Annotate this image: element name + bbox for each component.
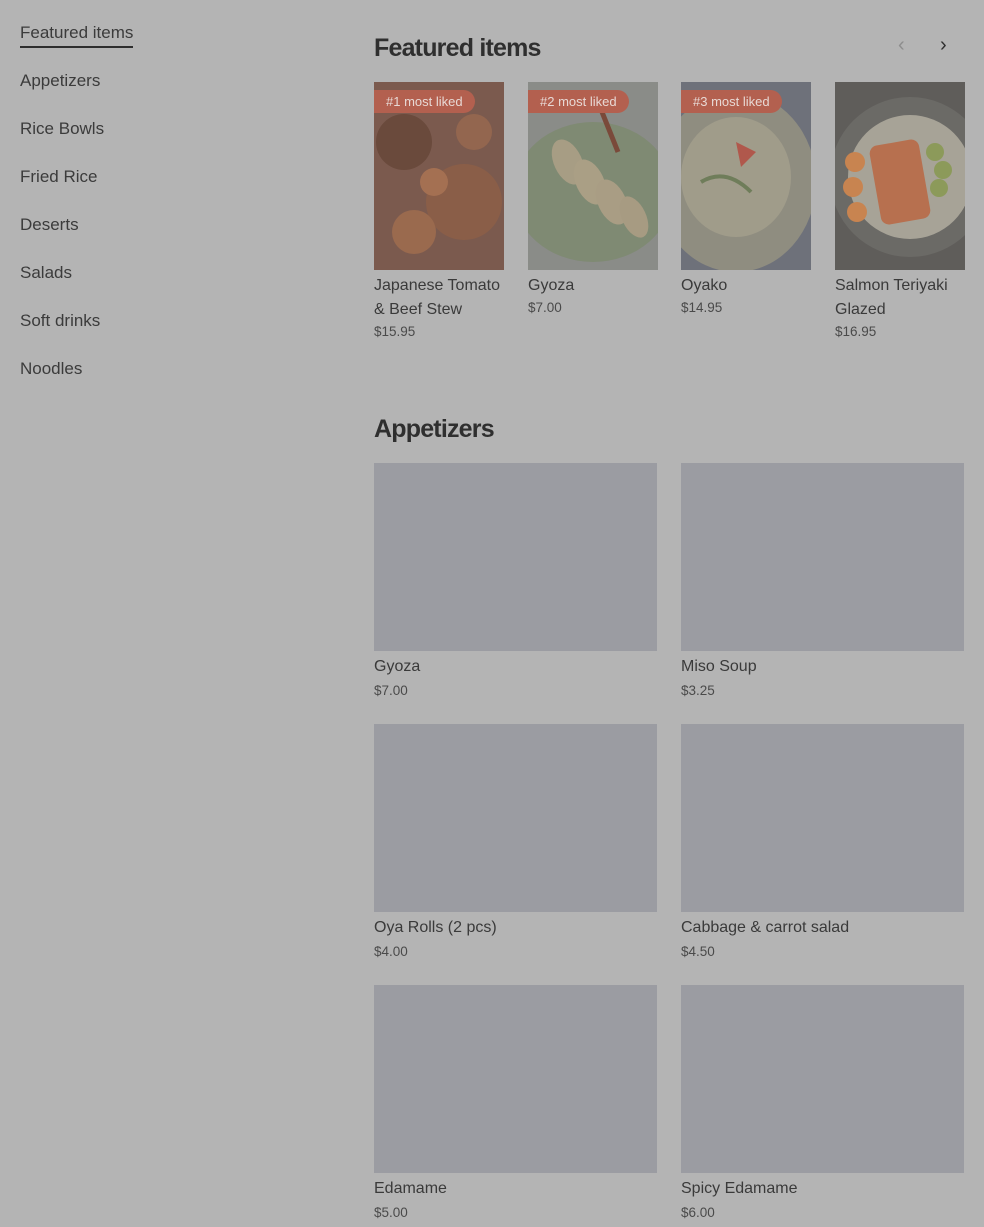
sidebar-item-noodles[interactable]: Noodles — [20, 356, 82, 404]
appetizers-section-title: Appetizers — [374, 415, 495, 443]
featured-item[interactable]: #2 most liked Gyoza $7.00 — [528, 82, 658, 315]
chevron-right-icon[interactable]: › — [940, 34, 947, 57]
sidebar-item-deserts[interactable]: Deserts — [20, 212, 79, 260]
featured-item[interactable]: Salmon Teriyaki Glazed $16.95 — [835, 82, 965, 339]
item-name: Gyoza — [528, 277, 575, 294]
appetizer-item[interactable]: Gyoza $7.00 — [374, 463, 657, 698]
sidebar-item-salads[interactable]: Salads — [20, 260, 72, 308]
item-name: Japanese Tomato & Beef Stew — [374, 277, 501, 318]
item-price: $7.00 — [374, 683, 408, 698]
item-name: Oyako — [681, 277, 728, 294]
sidebar-item-soft-drinks[interactable]: Soft drinks — [20, 308, 100, 356]
appetizer-item[interactable]: Spicy Edamame $6.00 — [681, 985, 964, 1220]
sidebar-item-rice-bowls[interactable]: Rice Bowls — [20, 116, 104, 164]
item-name: Spicy Edamame — [681, 1180, 798, 1197]
salmon-teriyaki-image — [835, 82, 965, 270]
item-price: $3.25 — [681, 683, 715, 698]
item-price: $4.00 — [374, 944, 408, 959]
food-image: #3 most liked — [681, 82, 811, 270]
item-price: $15.95 — [374, 324, 416, 339]
badge: #3 most liked — [681, 90, 782, 113]
item-price: $6.00 — [681, 1205, 715, 1220]
featured-item[interactable]: #1 most liked Japanese Tomato & Beef Ste… — [374, 82, 504, 339]
item-name: Salmon Teriyaki Glazed — [835, 277, 948, 318]
badge: #1 most liked — [374, 90, 475, 113]
item-name: Gyoza — [374, 658, 421, 675]
item-name: Cabbage & carrot salad — [681, 919, 850, 936]
sidebar-item-featured[interactable]: Featured items — [20, 20, 134, 48]
image-placeholder — [374, 463, 657, 651]
image-placeholder — [681, 463, 964, 651]
image-placeholder — [681, 724, 964, 912]
item-price: $4.50 — [681, 944, 715, 959]
chevron-left-icon[interactable]: ‹ — [898, 34, 905, 57]
category-sidebar: Featured items Appetizers Rice Bowls Fri… — [20, 20, 220, 404]
appetizer-item[interactable]: Edamame $5.00 — [374, 985, 657, 1220]
featured-section-title: Featured items — [374, 34, 541, 62]
appetizer-item[interactable]: Miso Soup $3.25 — [681, 463, 964, 698]
image-placeholder — [374, 724, 657, 912]
item-price: $16.95 — [835, 324, 877, 339]
food-image: #1 most liked — [374, 82, 504, 270]
image-placeholder — [374, 985, 657, 1173]
item-price: $7.00 — [528, 300, 562, 315]
item-name: Miso Soup — [681, 658, 757, 675]
featured-item[interactable]: #3 most liked Oyako $14.95 — [681, 82, 811, 315]
food-image — [835, 82, 965, 270]
image-placeholder — [681, 985, 964, 1173]
badge: #2 most liked — [528, 90, 629, 113]
appetizer-item[interactable]: Oya Rolls (2 pcs) $4.00 — [374, 724, 657, 959]
appetizer-item[interactable]: Cabbage & carrot salad $4.50 — [681, 724, 964, 959]
sidebar-item-appetizers[interactable]: Appetizers — [20, 68, 100, 116]
item-name: Edamame — [374, 1180, 447, 1197]
item-price: $5.00 — [374, 1205, 408, 1220]
item-price: $14.95 — [681, 300, 723, 315]
food-image: #2 most liked — [528, 82, 658, 270]
item-name: Oya Rolls (2 pcs) — [374, 919, 497, 936]
sidebar-item-fried-rice[interactable]: Fried Rice — [20, 164, 97, 212]
